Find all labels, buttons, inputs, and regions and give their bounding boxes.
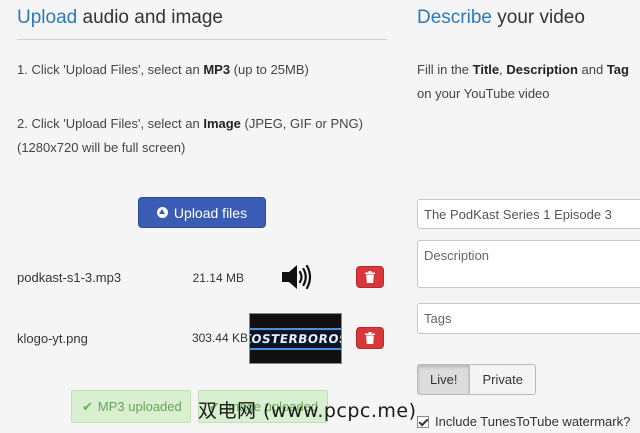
upload-arrow-icon (156, 207, 168, 218)
upload-files-label: Upload files (173, 204, 248, 221)
privacy-private-button[interactable]: Private (470, 364, 536, 395)
upload-heading-rest: audio and image (77, 7, 223, 28)
tags-placeholder: Tags (424, 311, 452, 326)
description-placeholder: Description (424, 248, 490, 263)
file-size-mp3: 21.14 MB (192, 271, 244, 285)
trash-icon (365, 271, 375, 283)
describe-heading-accent: Describe (417, 7, 492, 28)
upload-heading-rule (17, 39, 387, 40)
file-size-png: 303.44 KB (191, 331, 248, 345)
privacy-live-button[interactable]: Live! (417, 364, 471, 395)
describe-heading: Describe your video (417, 7, 585, 29)
speaker-icon (282, 264, 312, 290)
delete-png-button[interactable] (356, 327, 384, 349)
upload-heading-accent: Upload (17, 7, 78, 28)
file-name-png: klogo-yt.png (17, 331, 88, 346)
delete-mp3-button[interactable] (356, 266, 384, 288)
description-input[interactable]: Description (417, 240, 640, 288)
trash-icon (365, 332, 375, 344)
title-input-value: The PodKast Series 1 Episode 3 (424, 206, 612, 222)
file-name-mp3: podkast-s1-3.mp3 (17, 270, 122, 285)
upload-step-1: 1. Click 'Upload Files', select an MP3 (… (17, 62, 309, 77)
describe-instructions: Fill in the Title, Description and Tag o… (417, 62, 629, 101)
site-watermark: 双电网 (www.pcpc.me) (198, 400, 417, 422)
mp3-uploaded-badge: ✔ MP3 uploaded (71, 390, 191, 423)
watermark-checkbox[interactable] (417, 415, 429, 428)
privacy-toggle: Live! Private (417, 364, 536, 395)
image-thumbnail: KOSTERBOROS (249, 313, 342, 364)
watermark-option[interactable]: Include TunesToTube watermark? (417, 414, 630, 429)
upload-heading: Upload audio and image (17, 7, 223, 29)
upload-files-button[interactable]: Upload files (138, 197, 266, 228)
describe-heading-rest: your video (491, 7, 585, 28)
upload-step-2: 2. Click 'Upload Files', select an Image… (17, 116, 363, 155)
check-icon: ✔ (82, 398, 93, 414)
title-input[interactable]: The PodKast Series 1 Episode 3 (417, 199, 640, 229)
tags-input[interactable]: Tags (417, 303, 640, 334)
watermark-label: Include TunesToTube watermark? (435, 414, 631, 429)
thumbnail-logo: KOSTERBOROS (250, 327, 341, 350)
